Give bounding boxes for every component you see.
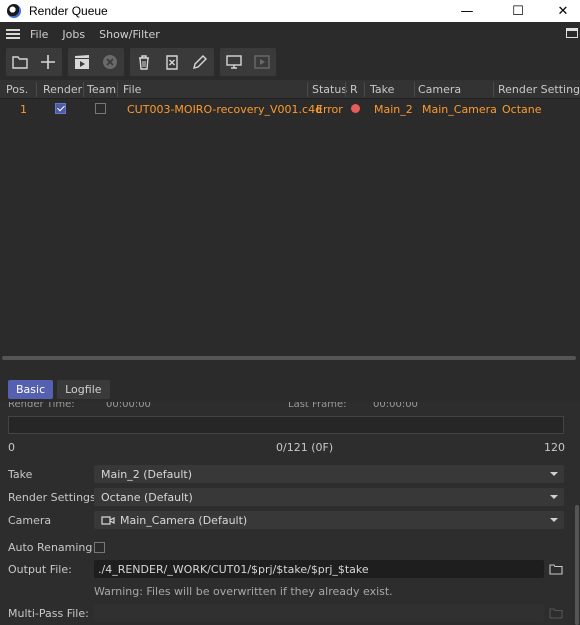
col-render-settings[interactable]: Render Settings xyxy=(498,83,580,96)
folder-icon xyxy=(12,56,28,69)
render-time-label: Render Time: xyxy=(8,402,75,410)
col-team[interactable]: Team xyxy=(87,83,116,96)
picture-viewer-button[interactable] xyxy=(248,48,276,76)
trash-x-icon xyxy=(166,55,178,70)
col-r[interactable]: R xyxy=(350,83,358,96)
delete-all-button[interactable] xyxy=(158,48,186,76)
col-take[interactable]: Take xyxy=(370,83,394,96)
browse-folder-icon[interactable] xyxy=(549,607,563,619)
pencil-icon xyxy=(193,55,207,69)
menu-bar: File Jobs Show/Filter xyxy=(0,24,580,44)
tab-logfile[interactable]: Logfile xyxy=(57,380,110,399)
take-value: Main_2 (Default) xyxy=(101,467,193,481)
panel-splitter[interactable] xyxy=(2,356,576,360)
auto-renaming-checkbox[interactable] xyxy=(94,542,105,553)
start-render-button[interactable] xyxy=(68,48,96,76)
take-label: Take xyxy=(8,468,33,481)
menu-show-filter[interactable]: Show/Filter xyxy=(99,28,160,41)
col-separator xyxy=(364,82,365,97)
col-render[interactable]: Render xyxy=(43,83,82,96)
progress-end: 120 xyxy=(544,441,565,454)
col-pos[interactable]: Pos. xyxy=(6,83,28,96)
window-title: Render Queue xyxy=(29,4,108,18)
output-file-label: Output File: xyxy=(8,563,72,576)
render-settings-value: Octane (Default) xyxy=(101,490,193,504)
monitor-button[interactable] xyxy=(220,48,248,76)
stop-circle-icon xyxy=(103,55,117,69)
render-checkbox[interactable] xyxy=(55,103,66,114)
render-progress-bar xyxy=(8,416,564,434)
camera-dropdown[interactable]: Main_Camera (Default) xyxy=(94,511,564,529)
output-file-value: ./4_RENDER/_WORK/CUT01/$prj/$take/$prj_$… xyxy=(98,562,369,576)
maximize-button[interactable]: ☐ xyxy=(495,0,541,22)
render-settings-label: Render Settings xyxy=(8,491,96,504)
render-time-value: 00:00:00 xyxy=(106,402,151,410)
monitor-icon xyxy=(226,55,242,69)
menu-file[interactable]: File xyxy=(30,28,48,41)
col-separator xyxy=(117,82,118,97)
cinema4d-app-icon xyxy=(7,4,21,18)
open-folder-button[interactable] xyxy=(6,48,34,76)
play-frame-icon xyxy=(254,55,270,69)
col-separator xyxy=(493,82,494,97)
camera-label: Camera xyxy=(8,514,52,527)
job-table-header: Pos. Render Team File Status R Take Came… xyxy=(0,80,580,99)
progress-start: 0 xyxy=(8,441,15,454)
auto-renaming-label: Auto Renaming xyxy=(8,541,93,554)
close-button[interactable]: ✕ xyxy=(540,0,580,22)
row-render-settings: Octane xyxy=(502,103,542,116)
multipass-file-field[interactable] xyxy=(94,604,544,622)
status-dot-icon xyxy=(351,104,360,113)
tab-basic[interactable]: Basic xyxy=(8,380,54,399)
team-checkbox[interactable] xyxy=(95,103,106,114)
edit-job-button[interactable] xyxy=(186,48,214,76)
col-separator xyxy=(36,82,37,97)
browse-folder-icon[interactable] xyxy=(549,563,563,575)
col-separator xyxy=(414,82,415,97)
camera-object-icon xyxy=(101,516,115,525)
plus-icon xyxy=(41,55,55,69)
col-separator xyxy=(345,82,346,97)
clapperboard-icon xyxy=(75,55,89,69)
add-job-button[interactable] xyxy=(34,48,62,76)
chevron-down-icon xyxy=(550,495,558,499)
camera-value: Main_Camera (Default) xyxy=(120,513,248,527)
col-camera[interactable]: Camera xyxy=(418,83,461,96)
col-status[interactable]: Status xyxy=(312,83,347,96)
panel-layout-icon[interactable] xyxy=(566,28,578,38)
stop-render-button[interactable] xyxy=(96,48,124,76)
multipass-file-label: Multi-Pass File: xyxy=(8,607,89,620)
output-file-field[interactable]: ./4_RENDER/_WORK/CUT01/$prj/$take/$prj_$… xyxy=(94,560,544,578)
take-dropdown[interactable]: Main_2 (Default) xyxy=(94,465,564,483)
detail-tabs: Basic Logfile xyxy=(8,380,114,399)
col-separator xyxy=(307,82,308,97)
row-take: Main_2 xyxy=(374,103,413,116)
hamburger-menu-icon[interactable] xyxy=(6,29,20,39)
table-row[interactable]: 1 CUT003-MOIRO-recovery_V001.c4d Error M… xyxy=(0,100,580,119)
trash-icon xyxy=(139,55,149,70)
render-settings-dropdown[interactable]: Octane (Default) xyxy=(94,488,564,506)
last-frame-label: Last Frame: xyxy=(288,402,347,410)
menu-jobs[interactable]: Jobs xyxy=(62,28,85,41)
title-bar: Render Queue — ☐ ✕ xyxy=(0,0,580,22)
progress-status: 0/121 (0F) xyxy=(276,441,334,454)
last-frame-value: 00:00:00 xyxy=(373,402,418,410)
chevron-down-icon xyxy=(550,518,558,522)
row-status: Error xyxy=(316,103,343,116)
overwrite-warning: Warning: Files will be overwritten if th… xyxy=(94,585,393,598)
row-pos: 1 xyxy=(20,103,27,116)
row-camera: Main_Camera xyxy=(422,103,497,116)
detail-scrollbar[interactable] xyxy=(575,505,579,625)
row-file: CUT003-MOIRO-recovery_V001.c4d xyxy=(127,103,323,116)
minimize-button[interactable]: — xyxy=(444,0,490,22)
delete-job-button[interactable] xyxy=(130,48,158,76)
col-separator xyxy=(83,82,84,97)
chevron-down-icon xyxy=(550,472,558,476)
col-file[interactable]: File xyxy=(123,83,141,96)
toolbar xyxy=(0,46,580,78)
render-stats-row: Render Time: 00:00:00 Last Frame: 00:00:… xyxy=(8,402,568,412)
